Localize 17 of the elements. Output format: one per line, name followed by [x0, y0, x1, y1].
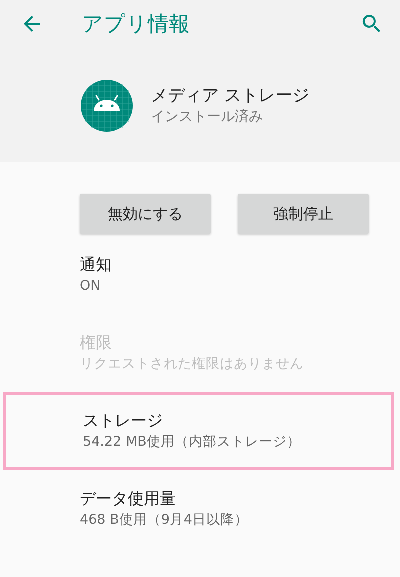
setting-summary: リクエストされた権限はありません [80, 355, 305, 374]
install-status: インストール済み [151, 108, 264, 127]
action-button[interactable]: 強制停止 [238, 194, 369, 234]
setting-title: 通知 [80, 254, 113, 276]
highlighted-setting-row[interactable]: ストレージ 54.22 MB使用（内部ストレージ） [3, 392, 394, 470]
setting-title: 権限 [80, 332, 113, 354]
setting-row[interactable]: 通知 ON [0, 236, 394, 314]
setting-summary: 54.22 MB使用（内部ストレージ） [83, 433, 302, 452]
setting-summary: ON [80, 277, 102, 296]
android-app-icon [81, 80, 133, 132]
action-button[interactable]: 無効にする [80, 194, 211, 234]
setting-title: データ使用量 [80, 488, 177, 510]
setting-row[interactable]: データ使用量 468 B使用（9月4日以降） [0, 470, 394, 548]
setting-title: ストレージ [83, 410, 164, 432]
setting-summary: 468 B使用（9月4日以降） [80, 511, 250, 530]
app-name: メディア ストレージ [151, 85, 310, 107]
screen-title: アプリ情報 [82, 11, 191, 38]
